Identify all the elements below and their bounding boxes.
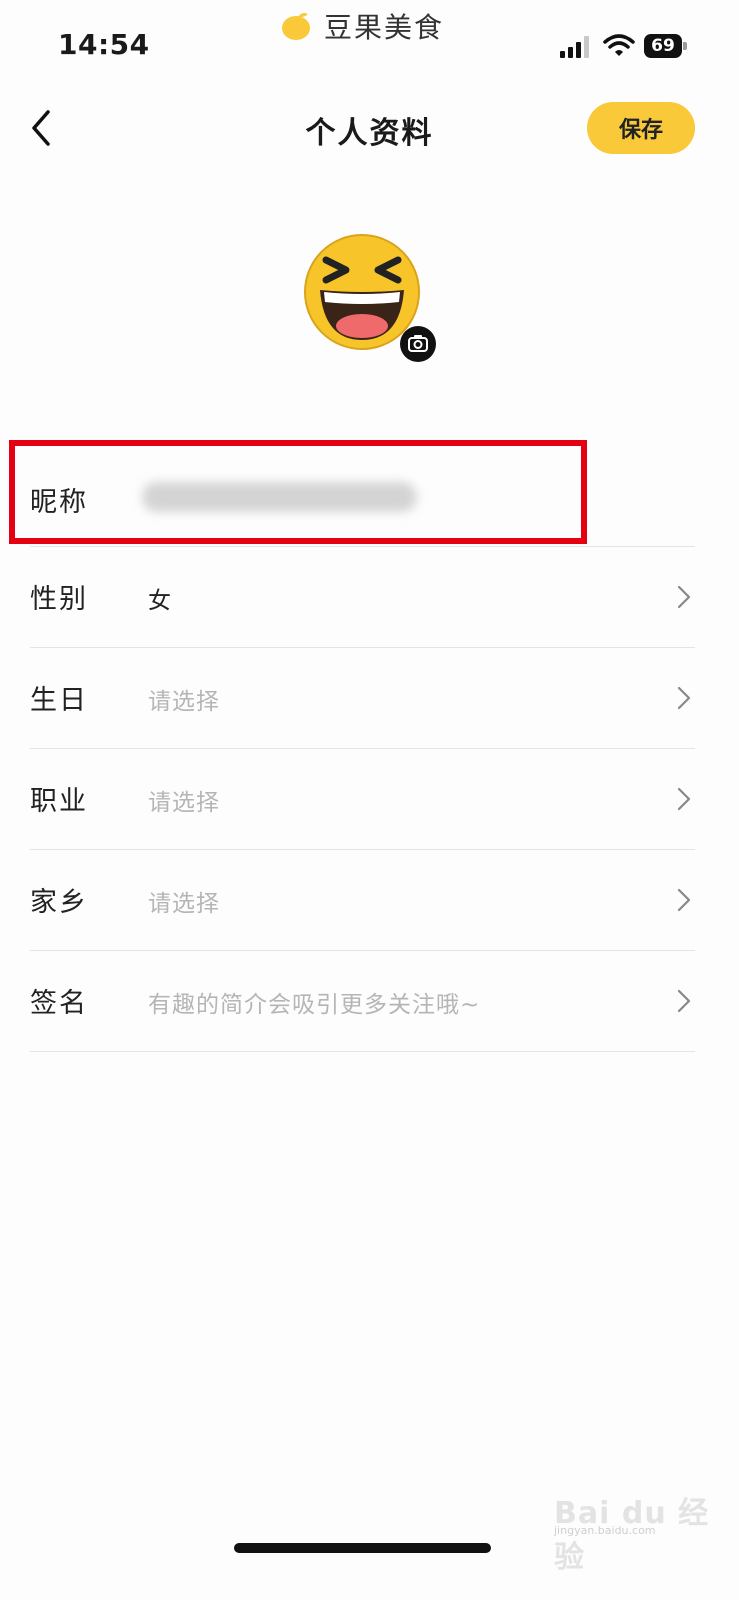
row-value: 请选择 [148,689,220,715]
row-value: 请选择 [148,891,220,917]
home-indicator[interactable] [234,1543,491,1553]
row-label: 签名 [30,988,88,1019]
row-value: 女 [148,588,172,614]
row-label: 职业 [30,786,88,817]
chevron-right-icon [677,686,691,710]
birthday-row[interactable]: 生日 请选择 [30,647,695,748]
chevron-right-icon [677,888,691,912]
annotation-highlight-box [9,440,587,544]
save-button[interactable]: 保存 [587,102,695,154]
occupation-row[interactable]: 职业 请选择 [30,748,695,849]
hometown-row[interactable]: 家乡 请选择 [30,849,695,950]
signature-row[interactable]: 签名 有趣的简介会吸引更多关注哦~ [30,950,695,1052]
chevron-right-icon [677,585,691,609]
camera-icon[interactable] [400,326,436,362]
battery-level: 69 [644,34,682,58]
brand-logo-icon [282,13,310,40]
nav-bar: 个人资料 保存 [0,90,739,170]
cellular-signal-icon [560,36,589,58]
app-name: 豆果美食 [324,11,445,44]
chevron-right-icon [677,989,691,1013]
watermark-sub: jingyan.baidu.com [554,1524,656,1537]
status-bar: 14:54 豆果美食 69 [0,0,739,90]
row-label: 性别 [30,584,88,615]
chevron-right-icon [677,787,691,811]
row-label: 生日 [30,685,88,716]
app-brand: 豆果美食 [280,6,444,46]
battery-icon: 69 [644,34,688,58]
row-value: 有趣的简介会吸引更多关注哦~ [148,992,481,1018]
gender-row[interactable]: 性别 女 [30,546,695,647]
row-value: 请选择 [148,790,220,816]
status-time: 14:54 [58,28,150,61]
wifi-icon [603,34,635,56]
baidu-jingyan-watermark: Bai du 经验 jingyan.baidu.com [554,1488,714,1575]
profile-form-list: 性别 女 生日 请选择 职业 请选择 家乡 请选择 签名 有趣的简介会吸引更多关… [30,546,695,1052]
avatar-editor[interactable] [302,232,440,364]
row-label: 家乡 [30,887,88,918]
